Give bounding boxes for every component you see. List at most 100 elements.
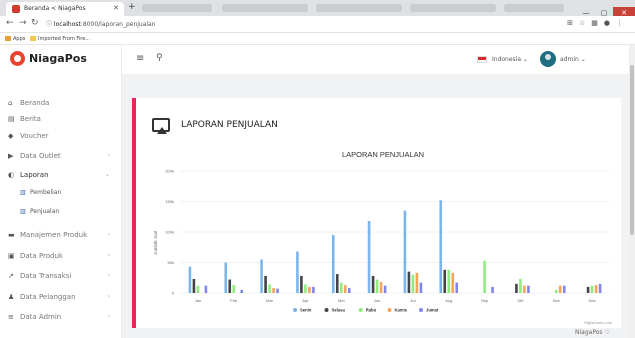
brand-name: NiagaPos <box>29 52 87 65</box>
bar-kamis <box>379 282 383 293</box>
browser-tab-background[interactable] <box>410 4 496 12</box>
avatar[interactable] <box>540 51 556 67</box>
browser-tab-active[interactable]: Beranda < NiagaPos ✕ <box>6 2 124 16</box>
brand-logo[interactable]: NiagaPos <box>10 51 87 66</box>
apps-icon <box>5 36 11 41</box>
x-tick-label: Okt <box>517 298 524 303</box>
bar-selasa <box>300 275 303 293</box>
bar-rabu <box>375 279 379 293</box>
sidebar-item-data-transaksi[interactable]: ↗ Data Transaksi › <box>0 268 122 284</box>
browser-tab-title: Beranda < NiagaPos <box>24 5 86 12</box>
indonesia-flag-icon <box>477 56 487 63</box>
browser-tab-background[interactable] <box>222 4 308 12</box>
bar-senin <box>296 251 299 293</box>
browser-tab-background[interactable] <box>142 4 212 12</box>
bar-selasa <box>192 278 196 293</box>
browser-tab-background[interactable] <box>316 4 402 12</box>
bar-rabu <box>304 284 307 293</box>
bar-chart-icon: ▥ <box>20 208 26 215</box>
window-controls: — ▢ ✕ <box>577 0 635 19</box>
y-axis-label: Jumlah Jual <box>153 231 158 255</box>
sidebar-item-manajemen-produk[interactable]: ▬ Manajemen Produk › <box>0 227 122 243</box>
page-scrollbar[interactable] <box>629 45 635 338</box>
sidebar-item-berita[interactable]: ▤ Berita <box>0 111 122 127</box>
legend-marker <box>387 308 392 312</box>
extension-icon[interactable]: ▦ <box>591 19 604 27</box>
flag-icon: ▶ <box>8 152 14 160</box>
bar-rabu <box>232 285 236 293</box>
star-icon[interactable]: ☆ <box>579 19 591 27</box>
sidebar-item-beranda[interactable]: ⌂ Beranda <box>0 95 122 111</box>
url-field[interactable]: ⓘ localhost:8000/laporan_penjualan <box>46 19 156 28</box>
sidebar-subitem-pembelian[interactable]: ▥ Pembelian <box>0 189 122 196</box>
reload-icon[interactable]: ↻ <box>31 18 39 28</box>
bar-senin <box>439 200 443 293</box>
y-tick-label: 150k <box>165 199 174 204</box>
extension-icons: ⊞☆▦●⋮ <box>567 19 629 27</box>
legend-label: Senin <box>300 308 312 313</box>
legend-label: Jumat <box>426 308 439 313</box>
y-tick-label: 50k <box>168 260 174 265</box>
bar-senin <box>224 262 228 293</box>
bookmark-label: Imported From Fire... <box>38 36 91 42</box>
hamburger-menu-icon[interactable]: ≡ <box>136 53 144 64</box>
bar-kamis <box>272 288 275 293</box>
bar-jumat <box>562 285 566 293</box>
favicon-icon <box>12 5 20 13</box>
close-tab-icon[interactable]: ✕ <box>113 4 119 12</box>
bar-jumat <box>204 285 208 293</box>
y-tick-label: 200k <box>165 169 174 174</box>
new-tab-icon[interactable]: + <box>128 2 136 12</box>
more-menu-icon[interactable]: ⋮ <box>616 19 629 27</box>
sidebar-item-label: Data Outlet <box>20 152 61 160</box>
bookmarks-bar: Apps Imported From Fire... <box>0 33 635 45</box>
sidebar-item-voucher[interactable]: ◆ Voucher <box>0 128 122 144</box>
bar-senin <box>403 210 407 293</box>
box-icon: ▣ <box>8 252 15 260</box>
legend-label: Rabu <box>366 308 377 313</box>
scrollbar-thumb[interactable] <box>630 65 634 235</box>
legend-marker <box>419 308 423 312</box>
sidebar-subitem-penjualan[interactable]: ▥ Penjualan <box>0 208 122 215</box>
bar-jumat <box>527 285 530 293</box>
search-icon[interactable]: ⚲ <box>156 53 163 63</box>
sidebar-item-data-produk[interactable]: ▣ Data Produk › <box>0 248 122 264</box>
bookmark-apps[interactable]: Apps <box>5 36 25 42</box>
browser-tab-bar: Beranda < NiagaPos ✕ + — ▢ ✕ <box>0 0 635 19</box>
bar-rabu <box>519 278 522 293</box>
pie-icon: ◐ <box>8 171 15 179</box>
translate-icon[interactable]: ⊞ <box>567 19 579 27</box>
bar-selasa <box>335 274 339 293</box>
language-dropdown[interactable]: Indonesia ⌄ <box>492 56 528 63</box>
airplay-icon <box>152 118 170 134</box>
bar-jumat <box>419 282 423 293</box>
x-tick-label: Feb <box>230 298 238 303</box>
sidebar-item-data-admin[interactable]: ≡ Data Admin › <box>0 309 122 325</box>
bar-rabu <box>590 285 594 293</box>
x-tick-label: Aug <box>445 298 452 303</box>
bar-selasa <box>443 269 447 293</box>
sidebar-item-data-outlet[interactable]: ▶ Data Outlet › <box>0 148 122 164</box>
bar-jumat <box>347 288 351 293</box>
sidebar-item-laporan[interactable]: ◐ Laporan ⌄ <box>0 167 122 183</box>
bar-selasa <box>407 271 411 293</box>
bookmark-imported[interactable]: Imported From Fire... <box>30 36 90 42</box>
sidebar-item-data-pelanggan[interactable]: ♟ Data Pelanggan › <box>0 289 122 305</box>
profile-icon[interactable]: ● <box>604 19 616 27</box>
bar-rabu <box>554 289 558 293</box>
browser-tab-background[interactable] <box>504 4 564 12</box>
legend-label: Kamis <box>395 308 408 313</box>
bar-kamis <box>343 285 347 293</box>
bar-rabu <box>483 260 486 293</box>
chevron-right-icon: › <box>107 293 110 300</box>
legend-marker <box>293 308 297 312</box>
forward-icon[interactable]: → <box>19 18 27 28</box>
x-tick-label: Apr <box>302 298 309 303</box>
back-icon[interactable]: ← <box>6 18 14 28</box>
bar-senin <box>188 266 192 293</box>
chevron-right-icon: › <box>107 272 110 279</box>
y-tick-label: 0 <box>172 291 175 296</box>
bar-selasa <box>264 275 267 293</box>
sales-chart: LAPORAN PENJUALAN Jumlah Jual 0 50k 100k 15… <box>153 150 613 325</box>
user-dropdown[interactable]: admin ⌄ <box>560 56 586 63</box>
